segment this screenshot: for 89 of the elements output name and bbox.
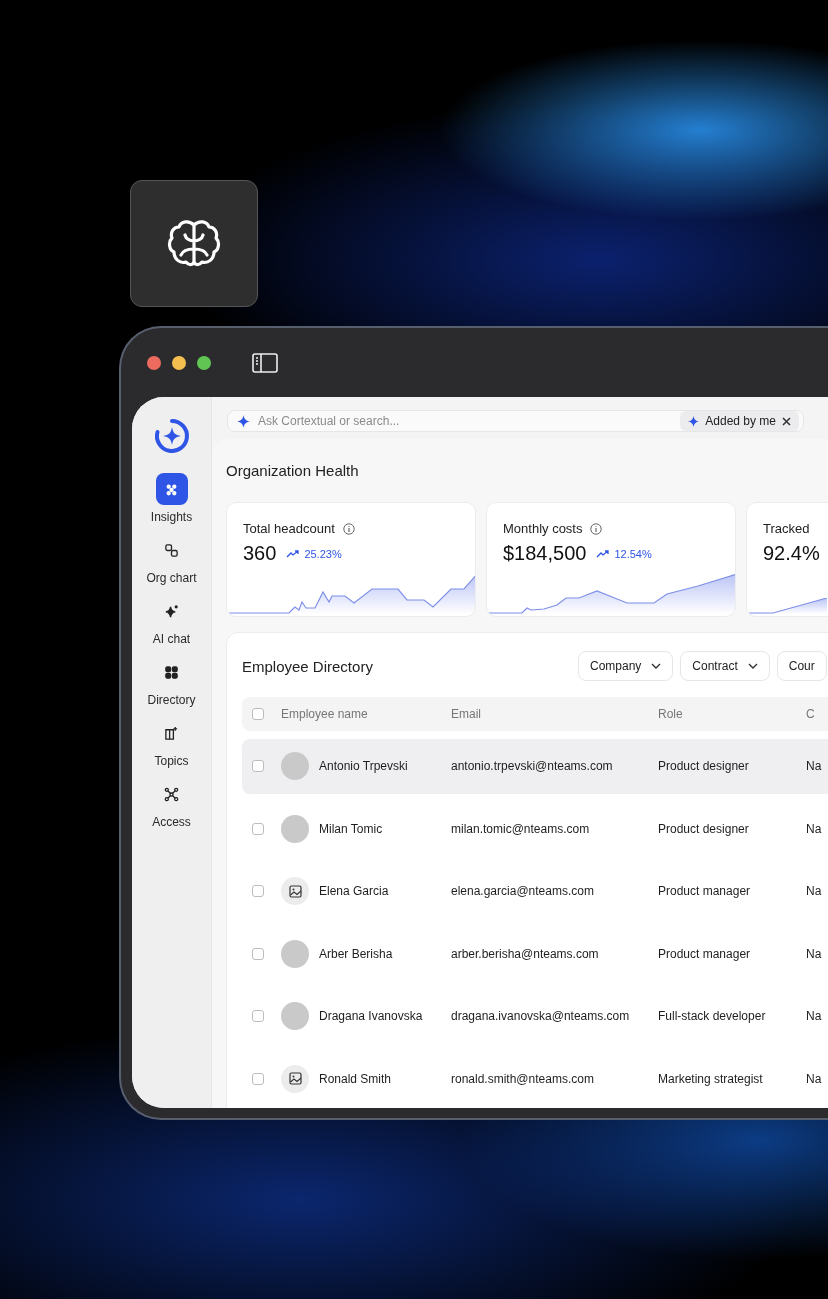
table-cell: Na — [806, 884, 822, 898]
checkbox[interactable] — [252, 1010, 264, 1022]
table-row[interactable]: Elena Garcia elena.garcia@nteams.com Product manager Na — [242, 863, 828, 919]
employee-name: Arber Berisha — [319, 946, 393, 961]
table-row[interactable]: Ronald Smith ronald.smith@nteams.com Marketing strategist Na — [242, 1051, 828, 1106]
stat-value: 360 — [243, 542, 277, 565]
checkbox[interactable] — [252, 708, 264, 720]
window-control[interactable] — [172, 355, 186, 370]
employee-name: Milan Tomic — [319, 821, 383, 836]
trend-up-icon — [286, 549, 300, 558]
stat-label: Tracked — [763, 521, 810, 536]
avatar — [281, 939, 309, 968]
brain-icon — [167, 218, 221, 269]
filter-chip[interactable]: Added by me — [680, 411, 799, 431]
table-cell: Na — [806, 759, 822, 773]
grid-icon — [164, 664, 179, 680]
sparkle-icon — [688, 415, 700, 427]
sparkle-icon — [237, 414, 250, 428]
chevron-down-icon — [651, 663, 662, 669]
trend-up-icon — [596, 549, 610, 558]
table-row[interactable]: Antonio Trpevski antonio.trpevski@nteams.com Product designer Na — [242, 738, 828, 794]
app-tile[interactable] — [130, 180, 258, 307]
network-icon — [164, 786, 179, 802]
sidebar-toggle-icon[interactable] — [252, 352, 278, 373]
info-icon[interactable] — [342, 522, 355, 535]
email-cell: arber.berisha@nteams.com — [451, 946, 599, 961]
table-cell: Na — [806, 946, 822, 961]
search-field[interactable]: Ask Cortextual or search... Added by me — [227, 410, 804, 432]
checkbox[interactable] — [252, 947, 264, 960]
column-header: Email — [451, 707, 481, 721]
checkbox[interactable] — [252, 822, 264, 835]
checkbox[interactable] — [252, 1072, 264, 1085]
table-cell: Na — [806, 1009, 822, 1023]
avatar — [281, 814, 309, 843]
image-icon — [288, 884, 302, 898]
employee-name: Antonio Trpevski — [319, 759, 408, 773]
column-header: Employee name — [281, 707, 368, 721]
column-header: Role — [658, 707, 683, 721]
checkbox[interactable] — [252, 885, 264, 897]
email-cell: milan.tomic@nteams.com — [451, 821, 590, 836]
email-cell: ronald.smith@nteams.com — [451, 1071, 594, 1086]
email-cell: elena.garcia@nteams.com — [451, 884, 594, 898]
table-row[interactable]: Arber Berisha arber.berisha@nteams.com Product manager Na — [242, 926, 828, 981]
role-cell: Marketing strategist — [658, 1071, 763, 1086]
filter-dropdown[interactable]: Cour — [776, 651, 827, 681]
window-control[interactable] — [147, 355, 161, 370]
board-plus-icon — [164, 725, 179, 741]
table-cell: Na — [806, 821, 822, 836]
sparkle-icon — [164, 603, 179, 619]
role-cell: Product manager — [658, 946, 751, 961]
avatar — [281, 752, 309, 780]
stat-label: Total headcount — [243, 521, 335, 536]
nav-item[interactable]: AI chat — [136, 595, 207, 656]
stat-change: 12.54% — [614, 547, 652, 560]
role-cell: Full-stack developer — [658, 1009, 766, 1023]
employee-name: Ronald Smith — [319, 1071, 392, 1086]
employee-name: Elena Garcia — [319, 884, 389, 898]
role-cell: Product designer — [658, 821, 749, 836]
logo-icon — [152, 417, 191, 455]
nav-item[interactable]: Access — [136, 778, 207, 839]
role-cell: Product manager — [658, 884, 751, 898]
page-title: Organization Health — [226, 462, 360, 479]
stat-value: 92.4% — [763, 542, 820, 565]
table-cell: Na — [806, 1071, 822, 1086]
column-header: C — [806, 707, 815, 721]
nav-item[interactable]: Org chart — [136, 534, 207, 595]
table-row[interactable]: Dragana Ivanovska dragana.ivanovska@nteams.com Full-stack developer Na — [242, 988, 828, 1044]
email-cell: dragana.ivanovska@nteams.com — [451, 1009, 630, 1023]
info-icon[interactable] — [590, 522, 603, 535]
nav-item[interactable]: Insights — [136, 473, 207, 534]
linked-squares-icon — [164, 542, 179, 558]
employee-name: Dragana Ivanovska — [319, 1009, 423, 1023]
image-icon — [288, 1072, 302, 1085]
filter-dropdown[interactable]: Company — [578, 651, 674, 681]
nav-item[interactable]: Topics — [136, 717, 207, 778]
checkbox[interactable] — [252, 760, 264, 772]
filter-dropdown[interactable]: Contract — [680, 651, 770, 681]
avatar — [281, 1002, 309, 1030]
table-row[interactable]: Milan Tomic milan.tomic@nteams.com Product designer Na — [242, 801, 828, 856]
role-cell: Product designer — [658, 759, 749, 773]
close-icon[interactable] — [782, 416, 791, 426]
chevron-down-icon — [747, 663, 758, 669]
stat-change: 25.23% — [304, 547, 342, 560]
stat-value: $184,500 — [503, 542, 587, 565]
nav-item[interactable]: Directory — [136, 656, 207, 717]
window-control[interactable] — [197, 355, 211, 370]
email-cell: antonio.trpevski@nteams.com — [451, 759, 613, 773]
stat-label: Monthly costs — [503, 521, 583, 536]
section-title: Employee Directory — [242, 657, 374, 675]
